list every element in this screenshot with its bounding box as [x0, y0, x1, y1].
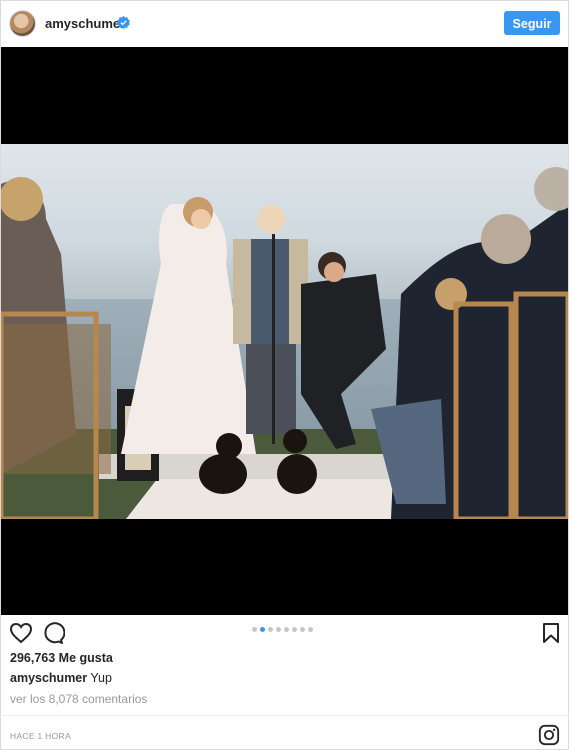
wedding-photo	[1, 144, 568, 519]
verified-badge-icon	[117, 16, 130, 29]
carousel-indicator	[252, 627, 313, 633]
instagram-icon[interactable]	[538, 724, 560, 746]
comment-bubble-icon[interactable]	[41, 621, 65, 645]
caption-text: Yup	[90, 671, 112, 685]
likes-count[interactable]: 296,763 Me gusta	[10, 651, 113, 665]
view-comments-link[interactable]: ver los 8,078 comentarios	[10, 692, 147, 706]
carousel-dot	[292, 627, 297, 632]
post-header: amyschumer Seguir	[0, 0, 569, 47]
carousel-dot	[284, 627, 289, 632]
caption: amyschumer Yup	[10, 671, 112, 685]
bookmark-icon[interactable]	[539, 621, 563, 645]
action-bar	[0, 615, 569, 651]
caption-username[interactable]: amyschumer	[10, 671, 87, 685]
carousel-dot	[308, 627, 313, 632]
avatar[interactable]	[9, 10, 36, 37]
username-link[interactable]: amyschumer	[45, 16, 125, 31]
post-timestamp: HACE 1 HORA	[10, 731, 71, 741]
carousel-dot	[300, 627, 305, 632]
carousel-dot	[268, 627, 273, 632]
carousel-dot	[276, 627, 281, 632]
post-media[interactable]	[1, 47, 568, 615]
carousel-dot	[252, 627, 257, 632]
follow-button[interactable]: Seguir	[504, 11, 560, 35]
carousel-dot	[260, 627, 265, 632]
heart-icon[interactable]	[9, 621, 33, 645]
divider	[0, 715, 569, 716]
